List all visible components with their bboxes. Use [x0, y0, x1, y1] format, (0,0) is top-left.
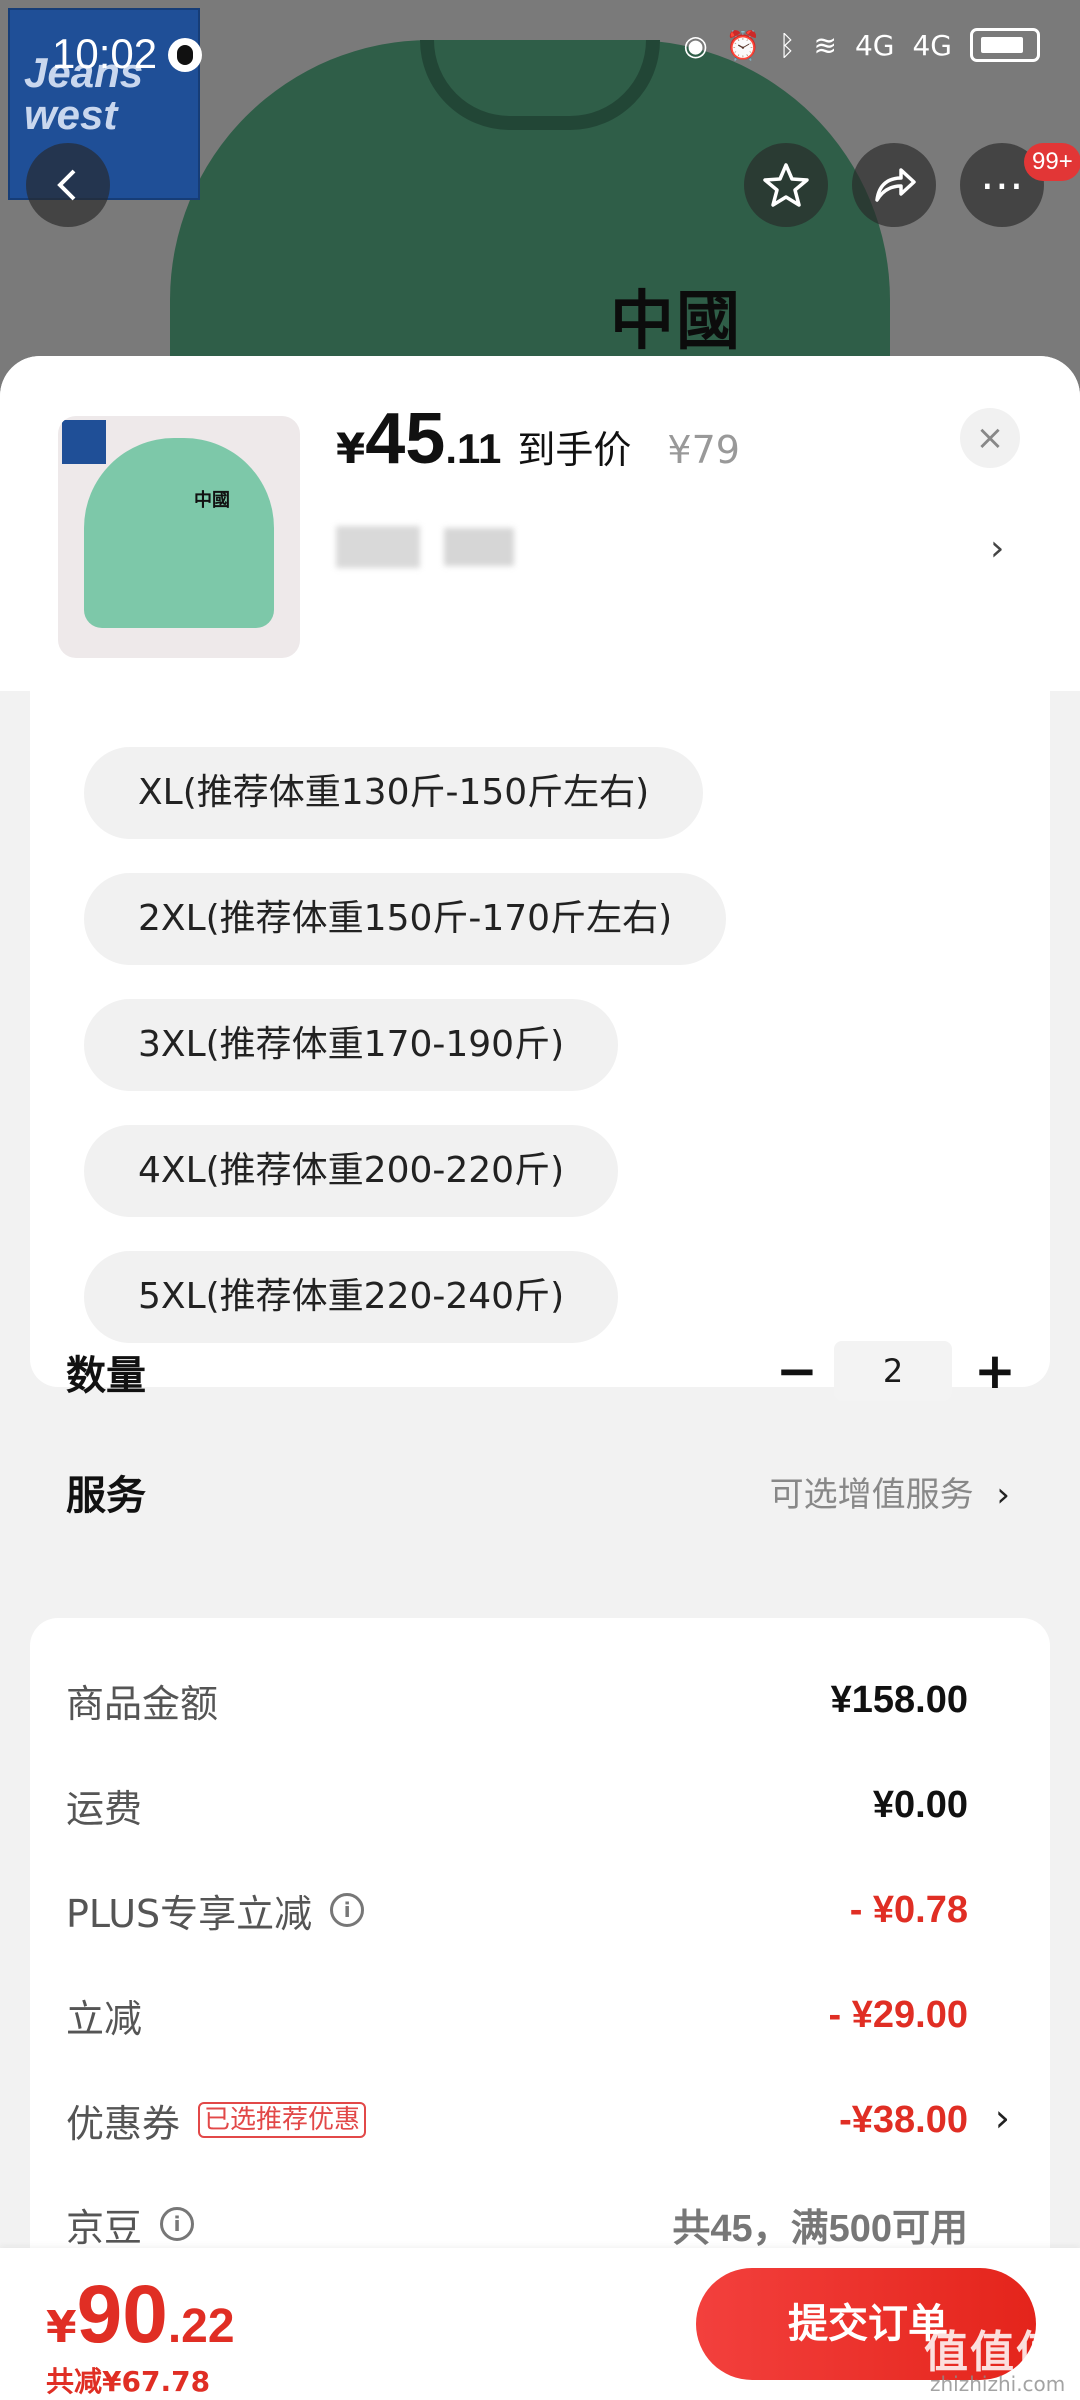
share-icon — [875, 168, 916, 202]
coupon-label-group: 优惠券 已选推荐优惠 — [66, 2093, 367, 2148]
plus-discount-label-group: PLUS专享立减 i — [66, 1883, 365, 1938]
size-option[interactable]: 3XL(推荐体重170-190斤) — [84, 999, 619, 1091]
total-currency: ¥ — [46, 2302, 77, 2353]
quantity-label: 数量 — [66, 1353, 146, 1399]
price-currency: ¥ — [336, 424, 366, 473]
cart-badge: 99+ — [1024, 143, 1080, 181]
favorite-button[interactable] — [744, 143, 828, 227]
size-option[interactable]: XL(推荐体重130斤-150斤左右) — [84, 747, 704, 839]
chevron-right-icon[interactable]: › — [990, 528, 1004, 569]
battery-icon — [970, 28, 1040, 62]
jingdou-row: 京豆 i 共45，满500可用 — [66, 2194, 968, 2254]
size-option[interactable]: 2XL(推荐体重150斤-170斤左右) — [84, 873, 727, 965]
shipping-value: ¥0.00 — [872, 1783, 968, 1826]
quantity-input[interactable]: 2 — [834, 1341, 952, 1401]
plus-discount-value: - ¥0.78 — [849, 1888, 968, 1931]
service-link[interactable]: 可选增值服务 › — [770, 1467, 1010, 1516]
instant-discount-row: 立减 - ¥29.00 — [66, 1985, 968, 2045]
selected-spec-blurred — [444, 528, 514, 566]
info-icon[interactable]: i — [330, 1893, 365, 1927]
star-icon — [763, 163, 809, 207]
total-price: ¥ 90 .22 — [46, 2268, 235, 2362]
price-row: ¥ 45 .11 到手价 ¥79 — [336, 398, 740, 480]
quantity-increase-button[interactable]: + — [974, 1341, 1016, 1401]
size-option[interactable]: 4XL(推荐体重200-220斤) — [84, 1125, 619, 1217]
plus-discount-row: PLUS专享立减 i - ¥0.78 — [66, 1880, 968, 1940]
service-link-text: 可选增值服务 — [769, 1475, 974, 1515]
info-icon[interactable]: i — [160, 2207, 195, 2241]
share-button[interactable] — [852, 143, 936, 227]
shipping-row: 运费 ¥0.00 — [66, 1775, 968, 1835]
total-saved: 共减¥67.78 — [46, 2365, 211, 2398]
price-integer: 45 — [365, 399, 446, 479]
watermark: 值值值 — [924, 2327, 1062, 2378]
options-panel: XL(推荐体重130斤-150斤左右) 2XL(推荐体重150斤-170斤左右)… — [30, 691, 1050, 1519]
total-decimal: .22 — [167, 2300, 235, 2353]
coupon-label: 优惠券 — [66, 2101, 181, 2146]
signal-4g-icon: 4G — [912, 28, 952, 62]
back-button[interactable] — [26, 143, 110, 227]
chevron-right-icon: › — [996, 1475, 1010, 1515]
quantity-decrease-button[interactable]: − — [776, 1341, 818, 1401]
close-button[interactable]: × — [960, 408, 1020, 468]
purchase-sheet: 中國 ¥ 45 .11 到手价 ¥79 × › XL(推荐体重130斤-150斤… — [0, 356, 1080, 2400]
alarm-icon: ⏰ — [725, 28, 761, 62]
coupon-value: -¥38.00 — [839, 2098, 968, 2141]
price-label: 到手价 — [517, 428, 632, 472]
sheet-header: 中國 ¥ 45 .11 到手价 ¥79 × › — [0, 356, 1080, 691]
price-decimal: .11 — [445, 425, 502, 472]
coupon-row[interactable]: 优惠券 已选推荐优惠 -¥38.00 — [66, 2090, 968, 2150]
thumbnail-shirt — [84, 438, 274, 628]
signal-4g-icon: 4G — [854, 28, 895, 62]
goods-amount-row: 商品金额 ¥158.00 — [66, 1670, 968, 1730]
status-bar: 10:02 ◉ ⏰ ᛒ ≋ 4G 4G — [0, 0, 1080, 110]
selected-spec-blurred — [336, 526, 420, 568]
jingdou-label: 京豆 — [66, 2205, 143, 2250]
sweatshirt-print: 中國 — [610, 284, 742, 359]
goods-amount-label: 商品金额 — [66, 1681, 219, 1726]
coupon-tag: 已选推荐优惠 — [198, 2102, 367, 2138]
more-dots-icon: ⋯ — [980, 159, 1024, 211]
jingdou-label-group: 京豆 i — [66, 2197, 195, 2252]
instant-discount-label: 立减 — [66, 1996, 143, 2041]
chevron-left-icon — [57, 169, 76, 201]
original-price: ¥79 — [667, 428, 740, 472]
instant-discount-value: - ¥29.00 — [828, 1993, 968, 2036]
watermark-url: zhizhizhi.com — [930, 2372, 1066, 2396]
size-option[interactable]: 5XL(推荐体重220-240斤) — [84, 1251, 619, 1343]
plus-discount-label: PLUS专享立减 — [66, 1891, 313, 1936]
jingdou-value: 共45，满500可用 — [672, 2207, 968, 2250]
thumbnail-print: 中國 — [194, 490, 230, 511]
chevron-right-icon[interactable]: › — [995, 2096, 1010, 2140]
total-integer: 90 — [76, 2269, 168, 2360]
eye-icon: ◉ — [683, 28, 708, 62]
bluetooth-icon: ᛒ — [778, 28, 796, 62]
status-icons: ◉ ⏰ ᛒ ≋ 4G 4G — [683, 28, 1040, 62]
wifi-icon: ≋ — [813, 28, 837, 62]
qq-notification-icon — [168, 38, 202, 72]
status-time: 10:02 — [52, 30, 158, 77]
checkout-bar: ¥ 90 .22 共减¥67.78 提交订单 — [0, 2248, 1080, 2400]
thumbnail-logo — [62, 420, 106, 464]
service-label: 服务 — [66, 1473, 146, 1519]
product-thumbnail[interactable]: 中國 — [58, 416, 300, 658]
goods-amount-value: ¥158.00 — [830, 1678, 968, 1721]
shipping-label: 运费 — [66, 1786, 143, 1831]
